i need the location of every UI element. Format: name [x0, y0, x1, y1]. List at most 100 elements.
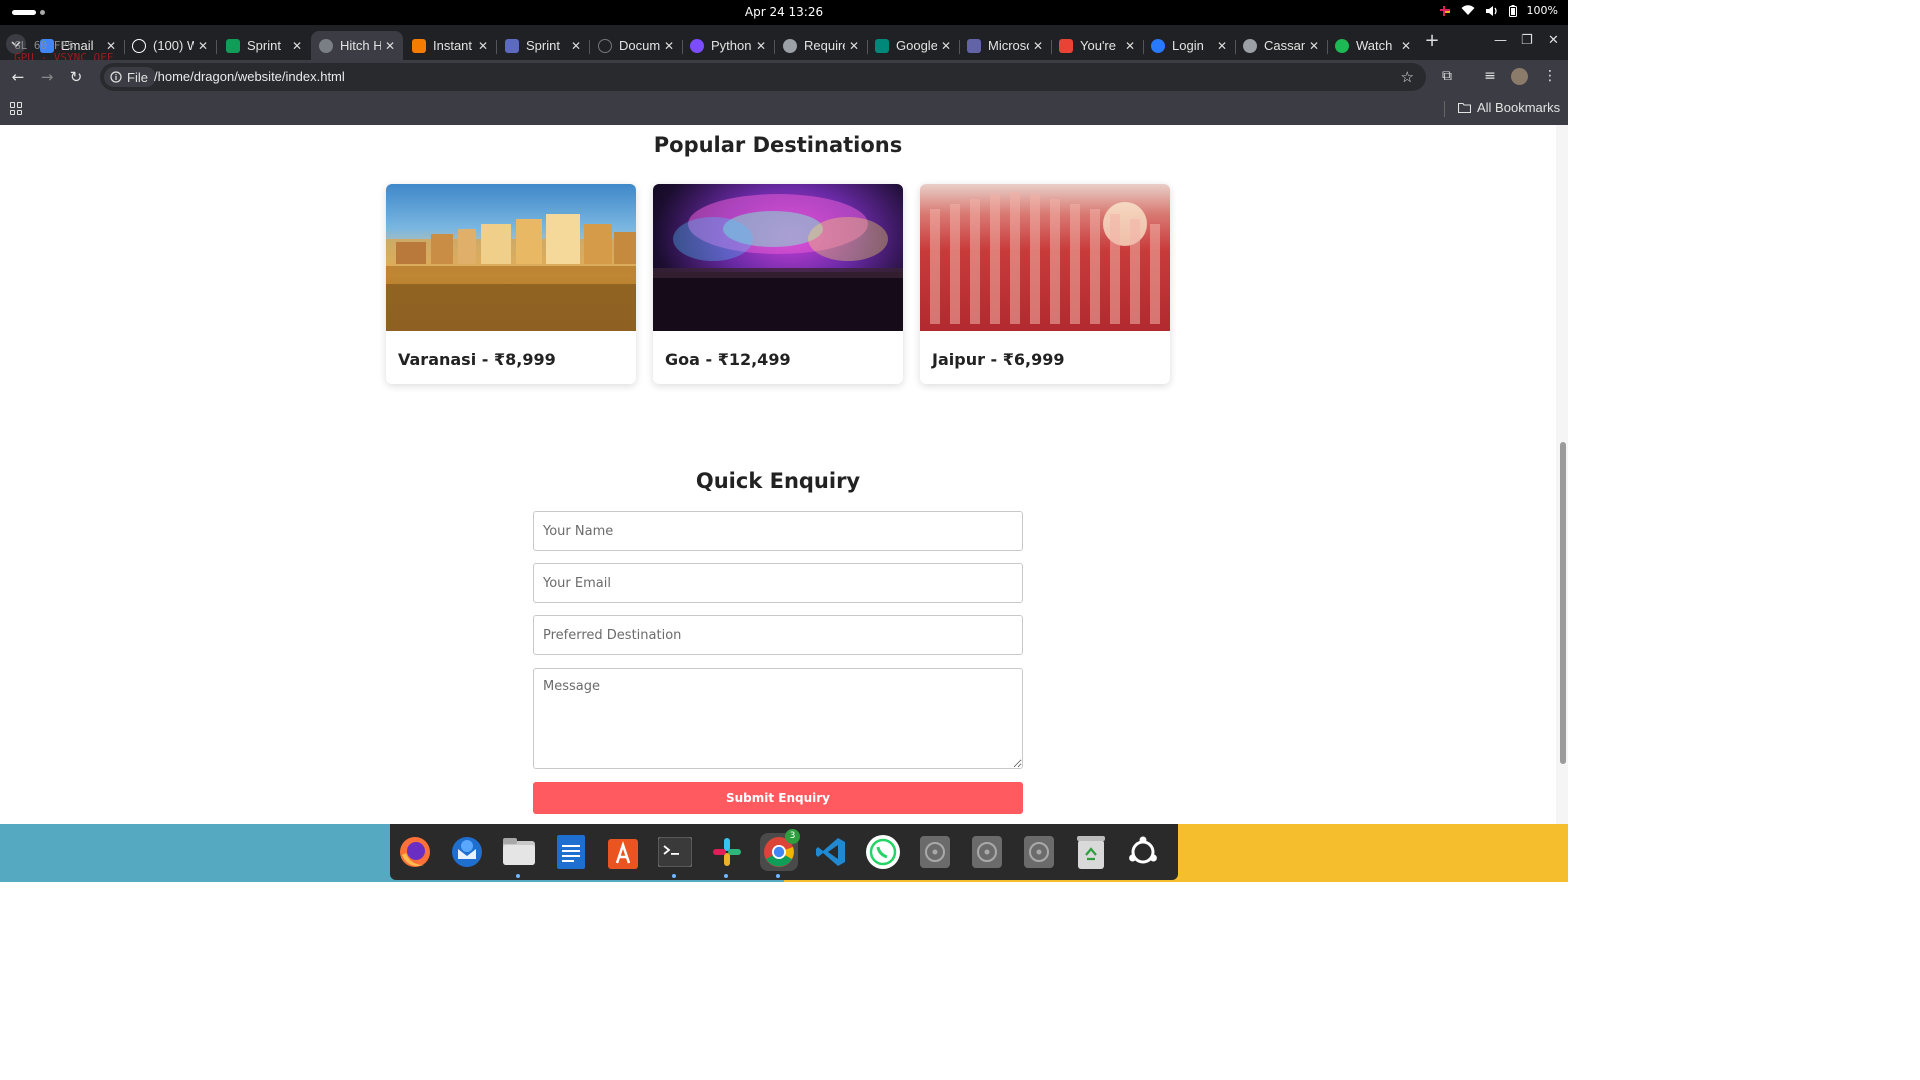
terminal-icon[interactable] [656, 833, 694, 878]
tab-gmail[interactable]: You're ✕ [1051, 31, 1143, 60]
close-tab-icon[interactable]: ✕ [849, 39, 859, 53]
tab-cassandra[interactable]: Cassandra✕ [1235, 31, 1327, 60]
system-clock[interactable]: Apr 24 13:26 [0, 5, 1568, 19]
web-page: Popular Destinations Varanasi - ₹8,999 G… [0, 125, 1568, 824]
tab-sprint-linear[interactable]: Sprint ✕ [497, 31, 589, 60]
minimize-window-button[interactable]: — [1494, 33, 1507, 48]
browser-tab-strip: Email✕ (100) WhatsApp✕ Sprint✕ Hitch Hik… [0, 25, 1568, 60]
login-favicon-icon [1151, 38, 1165, 53]
destination-card-goa[interactable]: Goa - ₹12,499 [653, 184, 903, 384]
back-button[interactable]: ← [9, 68, 27, 86]
vscode-icon[interactable] [812, 833, 850, 871]
close-tab-icon[interactable]: ✕ [1309, 39, 1319, 53]
system-tray[interactable]: 100% [1439, 4, 1558, 17]
bookmarks-bar: All Bookmarks [0, 93, 1568, 125]
address-bar[interactable]: File /home/dragon/website/index.html ☆ [100, 63, 1426, 91]
disc-icon[interactable] [1020, 833, 1058, 871]
tab-instant[interactable]: Instant ✕ [404, 31, 496, 60]
tab-whatsapp[interactable]: (100) WhatsApp✕ [124, 31, 216, 60]
chrome-menu-icon[interactable]: ⋮ [1541, 68, 1559, 86]
info-icon [110, 71, 122, 83]
close-tab-icon[interactable]: ✕ [1217, 39, 1227, 53]
sheets-favicon-icon [226, 38, 240, 53]
writer-icon[interactable] [552, 833, 590, 871]
python-favicon-icon [690, 38, 704, 53]
tab-hitch-hike[interactable]: Hitch Hike✕ [311, 31, 403, 60]
destinations-heading: Popular Destinations [653, 133, 903, 157]
trash-icon[interactable] [1072, 833, 1110, 871]
scrollbar-thumb[interactable] [1560, 442, 1566, 764]
disc-icon[interactable] [916, 833, 954, 871]
apps-grid-icon[interactable] [10, 102, 23, 115]
all-bookmarks-button[interactable]: All Bookmarks [1458, 100, 1560, 115]
close-tab-icon[interactable]: ✕ [1125, 39, 1135, 53]
new-tab-button[interactable]: + [1424, 32, 1440, 50]
files-icon[interactable] [500, 833, 538, 878]
wifi-icon[interactable] [1461, 5, 1475, 16]
extensions-icon[interactable]: ⧉ [1438, 68, 1456, 86]
instant-favicon-icon [412, 38, 426, 53]
volume-icon[interactable] [1485, 5, 1499, 17]
submit-enquiry-button[interactable]: Submit Enquiry [533, 782, 1023, 814]
destination-caption: Varanasi - ₹8,999 [398, 350, 556, 369]
page-scrollbar[interactable] [1556, 125, 1568, 824]
close-tab-icon[interactable]: ✕ [664, 39, 674, 53]
name-input[interactable] [533, 511, 1023, 551]
disc-icon[interactable] [968, 833, 1006, 871]
whatsapp-favicon-icon [132, 38, 146, 53]
close-window-button[interactable]: ✕ [1548, 33, 1559, 48]
enquiry-heading: Quick Enquiry [695, 469, 861, 493]
tab-documentation[interactable]: Documentation✕ [590, 31, 682, 60]
ubuntu-icon[interactable] [1124, 833, 1162, 871]
firefox-icon[interactable] [396, 833, 434, 871]
thunderbird-icon[interactable] [448, 833, 486, 871]
globe-favicon-icon [783, 38, 797, 53]
teams-favicon-icon [967, 38, 981, 53]
close-tab-icon[interactable]: ✕ [1033, 39, 1043, 53]
tab-google-meet[interactable]: Google Meet✕ [867, 31, 959, 60]
tab-python[interactable]: Python ✕ [682, 31, 774, 60]
globe-favicon-icon [1243, 38, 1257, 53]
ubuntu-dock: 3 [390, 824, 1178, 880]
close-tab-icon[interactable]: ✕ [756, 39, 766, 53]
whatsapp-icon[interactable] [864, 833, 902, 871]
tab-watch[interactable]: Watch ✕ [1327, 31, 1419, 60]
app-center-icon[interactable] [604, 833, 642, 871]
meet-favicon-icon [875, 38, 889, 53]
destination-card-varanasi[interactable]: Varanasi - ₹8,999 [386, 184, 636, 384]
tab-login[interactable]: Login ✕ [1143, 31, 1235, 60]
destination-input[interactable] [533, 615, 1023, 655]
battery-icon[interactable] [1508, 4, 1517, 17]
bookmark-star-icon[interactable]: ☆ [1401, 68, 1414, 86]
battery-percentage[interactable]: 100% [1527, 4, 1558, 17]
profile-avatar[interactable] [1511, 68, 1529, 86]
tab-microsoft-teams[interactable]: Microsoft Teams✕ [959, 31, 1051, 60]
chrome-icon[interactable]: 3 [760, 829, 800, 878]
destination-caption: Goa - ₹12,499 [665, 350, 791, 369]
close-tab-icon[interactable]: ✕ [571, 39, 581, 53]
tab-sprint-sheet[interactable]: Sprint ✕ [218, 31, 310, 60]
media-controls-icon[interactable]: ≡ [1481, 68, 1499, 86]
tab-requirements[interactable]: Requirements✕ [775, 31, 867, 60]
globe-favicon-icon [319, 38, 333, 53]
close-tab-icon[interactable]: ✕ [198, 39, 208, 53]
close-tab-icon[interactable]: ✕ [478, 39, 488, 53]
site-info-chip[interactable]: File [104, 67, 156, 87]
destination-card-jaipur[interactable]: Jaipur - ₹6,999 [920, 184, 1170, 384]
slack-icon[interactable] [708, 833, 746, 878]
jaipur-photo [920, 184, 1170, 331]
address-url[interactable]: /home/dragon/website/index.html [154, 69, 345, 84]
close-tab-icon[interactable]: ✕ [941, 39, 951, 53]
destination-caption: Jaipur - ₹6,999 [932, 350, 1065, 369]
email-input[interactable] [533, 563, 1023, 603]
close-tab-icon[interactable]: ✕ [1401, 39, 1411, 53]
maximize-window-button[interactable]: ❐ [1521, 33, 1533, 48]
message-textarea[interactable] [533, 668, 1023, 769]
close-tab-icon[interactable]: ✕ [385, 39, 395, 53]
varanasi-photo [386, 184, 636, 331]
reload-button[interactable]: ↻ [67, 68, 85, 86]
slack-tray-icon[interactable] [1439, 5, 1451, 17]
close-tab-icon[interactable]: ✕ [292, 39, 302, 53]
forward-button[interactable]: → [38, 68, 56, 86]
play-favicon-icon [1335, 38, 1349, 53]
